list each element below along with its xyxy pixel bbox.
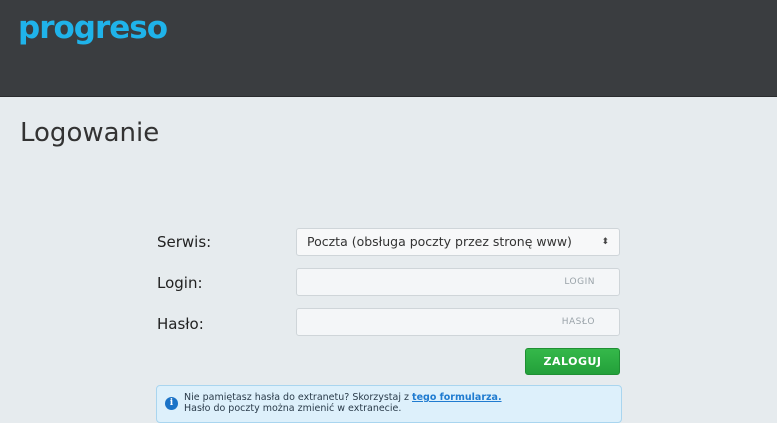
info-line-1-text: Nie pamiętasz hasła do extranetu? Skorzy… [184, 392, 409, 403]
top-header-bar: progreso [0, 0, 777, 97]
service-label: Serwis: [157, 233, 212, 251]
select-arrows-icon: ⬍ [601, 237, 609, 247]
password-input[interactable] [296, 308, 620, 336]
login-input[interactable] [296, 268, 620, 296]
page-title: Logowanie [20, 118, 160, 148]
info-line-2: Hasło do poczty można zmienić w extranec… [184, 403, 402, 414]
info-icon: i [165, 397, 178, 410]
info-text: Nie pamiętasz hasła do extranetu? Skorzy… [184, 392, 502, 414]
login-button[interactable]: ZALOGUJ [525, 348, 620, 375]
info-line-1: Nie pamiętasz hasła do extranetu? Skorzy… [184, 392, 502, 403]
info-message-box: i Nie pamiętasz hasła do extranetu? Skor… [156, 385, 622, 423]
service-select-value: Poczta (obsługa poczty przez stronę www) [307, 234, 572, 249]
service-select[interactable]: Poczta (obsługa poczty przez stronę www)… [296, 228, 620, 256]
password-reset-link[interactable]: tego formularza. [412, 392, 502, 403]
password-label: Hasło: [157, 315, 204, 333]
login-label: Login: [157, 274, 203, 292]
progreso-logo[interactable]: progreso [18, 10, 168, 46]
